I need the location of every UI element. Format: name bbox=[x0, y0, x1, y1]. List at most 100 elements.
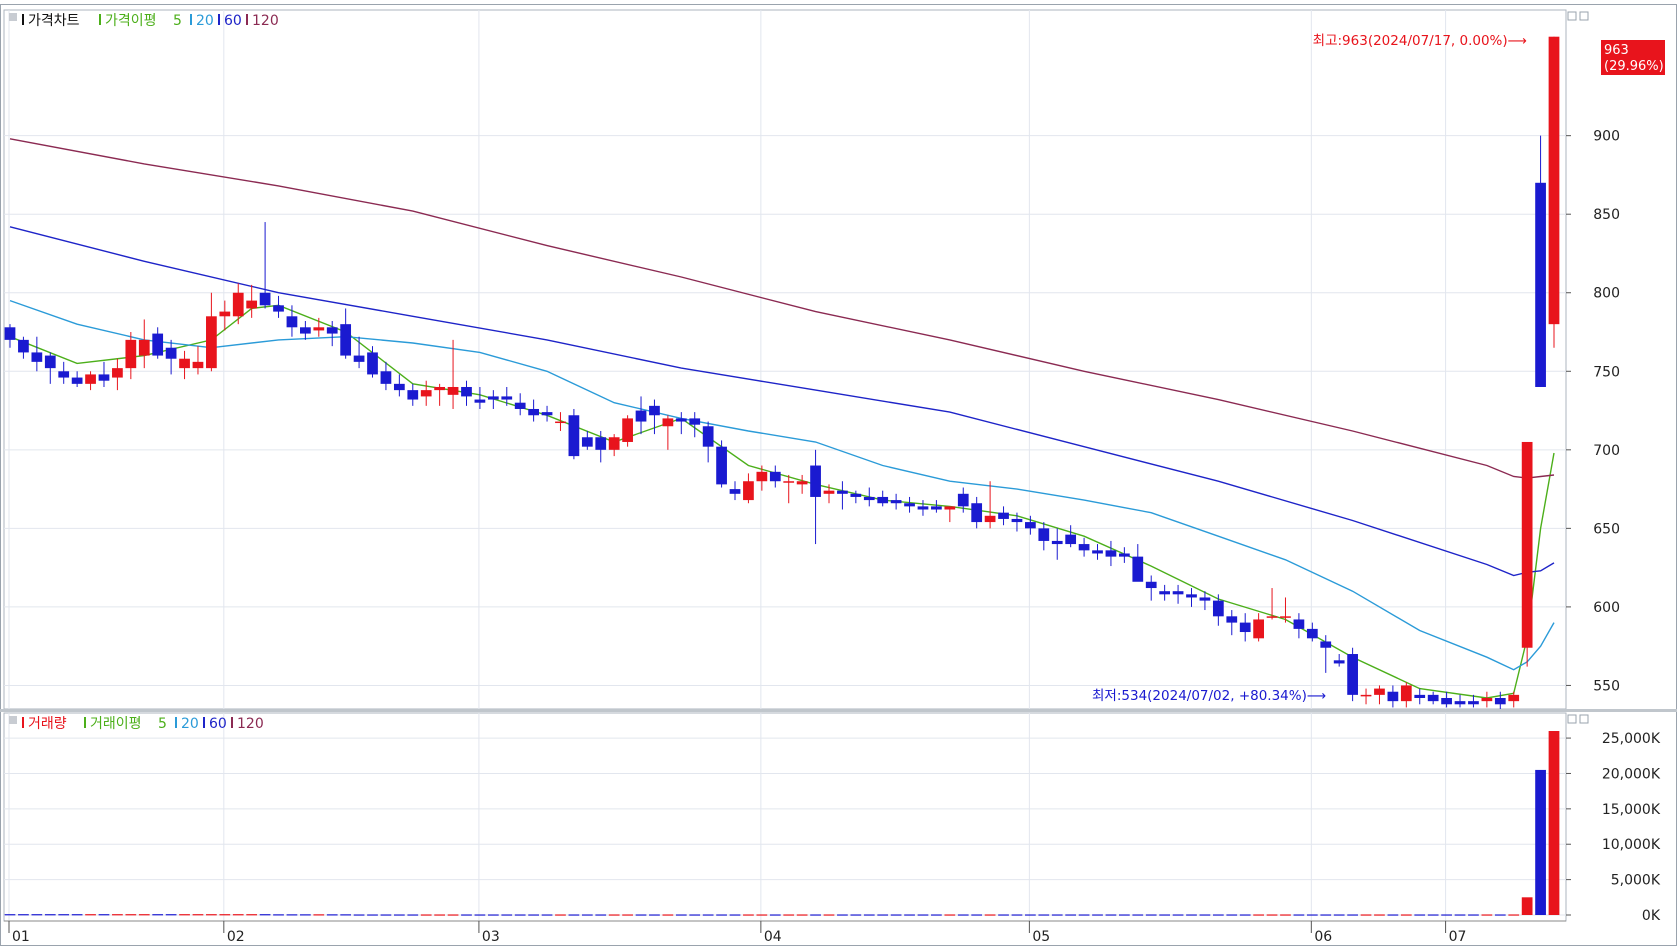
volume-bar bbox=[367, 914, 378, 916]
volume-bar bbox=[649, 914, 660, 916]
price-tick-label: 850 bbox=[1593, 207, 1620, 223]
candle-body bbox=[1468, 701, 1479, 705]
volume-bar bbox=[1374, 914, 1385, 916]
volume-bar bbox=[420, 914, 432, 916]
candle-body bbox=[434, 386, 446, 391]
volume-bar bbox=[971, 914, 983, 916]
candle-body bbox=[1226, 616, 1238, 623]
x-tick-label: 03 bbox=[482, 929, 500, 945]
candle-body bbox=[971, 503, 983, 523]
price-tick-label: 550 bbox=[1593, 678, 1620, 694]
candle-body bbox=[1481, 698, 1493, 702]
volume-tick-label: 15,000K bbox=[1602, 802, 1661, 818]
candle-body bbox=[998, 512, 1009, 519]
volume-bar bbox=[1468, 914, 1479, 916]
candle-body bbox=[1521, 441, 1533, 648]
volume-bar bbox=[300, 914, 311, 916]
legend-swatch-ma120 bbox=[246, 14, 248, 25]
volume-bar bbox=[98, 914, 110, 916]
candle-body bbox=[58, 371, 70, 378]
candle-body bbox=[1038, 528, 1050, 541]
volume-bar bbox=[434, 914, 446, 916]
volume-close-icon[interactable] bbox=[1579, 714, 1589, 724]
volume-bar bbox=[1454, 914, 1466, 916]
volume-bar bbox=[1508, 914, 1520, 916]
candle-body bbox=[420, 390, 432, 397]
volume-bar bbox=[1427, 914, 1439, 916]
candle-body bbox=[85, 374, 96, 384]
volume-bar bbox=[1011, 914, 1023, 916]
candle-body bbox=[179, 358, 190, 369]
minimize-icon[interactable] bbox=[1567, 11, 1577, 21]
candle-body bbox=[957, 493, 969, 507]
candle-body bbox=[487, 396, 499, 400]
volume-bar bbox=[528, 914, 539, 916]
panel-menu-icon[interactable] bbox=[9, 13, 17, 21]
volume-bar bbox=[1400, 914, 1412, 916]
candle-body bbox=[702, 426, 714, 447]
candle-body bbox=[326, 327, 338, 334]
volume-bar bbox=[1145, 914, 1157, 916]
volume-bar bbox=[581, 914, 593, 916]
candle-body bbox=[1400, 685, 1412, 702]
volume-bar bbox=[71, 914, 83, 916]
candle-body bbox=[501, 396, 513, 400]
panel-splitter[interactable] bbox=[0, 709, 1677, 712]
volume-bar bbox=[313, 914, 325, 916]
candle-body bbox=[595, 437, 607, 450]
volume-minimize-icon[interactable] bbox=[1567, 714, 1577, 724]
volume-bar bbox=[1253, 914, 1264, 916]
volume-bar bbox=[179, 914, 190, 916]
price-legend: 가격차트 가격이평 5 20 60 120 bbox=[9, 13, 279, 29]
legend-title-price: 가격차트 bbox=[28, 13, 80, 29]
volume-bar bbox=[219, 914, 231, 916]
volume-panel-menu-icon[interactable] bbox=[9, 716, 17, 724]
volume-bar bbox=[393, 914, 405, 916]
volume-bar bbox=[1387, 914, 1399, 916]
candle-body bbox=[393, 383, 405, 391]
candle-body bbox=[1535, 182, 1546, 387]
volume-bar bbox=[1092, 914, 1103, 916]
price-panel: 900 850 800 750 700 650 600 550 가격차트 가격이평 5 20 … bbox=[3, 9, 1665, 711]
current-change: (29.96%) bbox=[1604, 59, 1664, 74]
candle-body bbox=[1145, 581, 1157, 589]
candle-body bbox=[165, 347, 177, 359]
legend-vol-period-5: 5 bbox=[158, 716, 167, 732]
candle-body bbox=[743, 481, 754, 501]
volume-bar bbox=[31, 914, 43, 916]
volume-bar bbox=[44, 914, 56, 916]
volume-bar bbox=[1333, 914, 1345, 916]
candle-body bbox=[635, 410, 647, 422]
legend-swatch-ma5 bbox=[99, 14, 101, 25]
volume-bar bbox=[877, 914, 889, 916]
volume-bar bbox=[568, 914, 580, 916]
volume-plot-area bbox=[3, 712, 1567, 922]
candle-body bbox=[863, 496, 875, 501]
volume-bar bbox=[1441, 914, 1452, 916]
legend-swatch-ma60 bbox=[218, 14, 220, 25]
volume-bar bbox=[635, 914, 647, 916]
candle-body bbox=[568, 415, 580, 457]
volume-bar bbox=[743, 914, 754, 916]
volume-bar bbox=[1293, 914, 1305, 916]
volume-bar bbox=[541, 914, 553, 916]
volume-bar bbox=[1280, 914, 1291, 916]
candle-body bbox=[4, 327, 16, 340]
volume-bar bbox=[1132, 914, 1144, 916]
candle-body bbox=[769, 471, 781, 482]
volume-bar bbox=[1239, 914, 1251, 916]
candle-body bbox=[1172, 591, 1184, 595]
volume-bar bbox=[1414, 914, 1426, 916]
volume-bar bbox=[1360, 914, 1372, 916]
candle-body bbox=[1441, 698, 1452, 705]
volume-bar bbox=[273, 914, 284, 916]
x-tick-label: 01 bbox=[12, 929, 30, 945]
legend-swatch-vol-ma60 bbox=[203, 717, 205, 728]
volume-bar bbox=[1186, 914, 1197, 916]
candle-body bbox=[1105, 550, 1117, 557]
volume-bar bbox=[125, 914, 137, 916]
close-icon[interactable] bbox=[1579, 11, 1589, 21]
candle-body bbox=[1320, 641, 1332, 648]
price-tick-label: 700 bbox=[1593, 443, 1620, 459]
volume-bar bbox=[1535, 769, 1546, 915]
